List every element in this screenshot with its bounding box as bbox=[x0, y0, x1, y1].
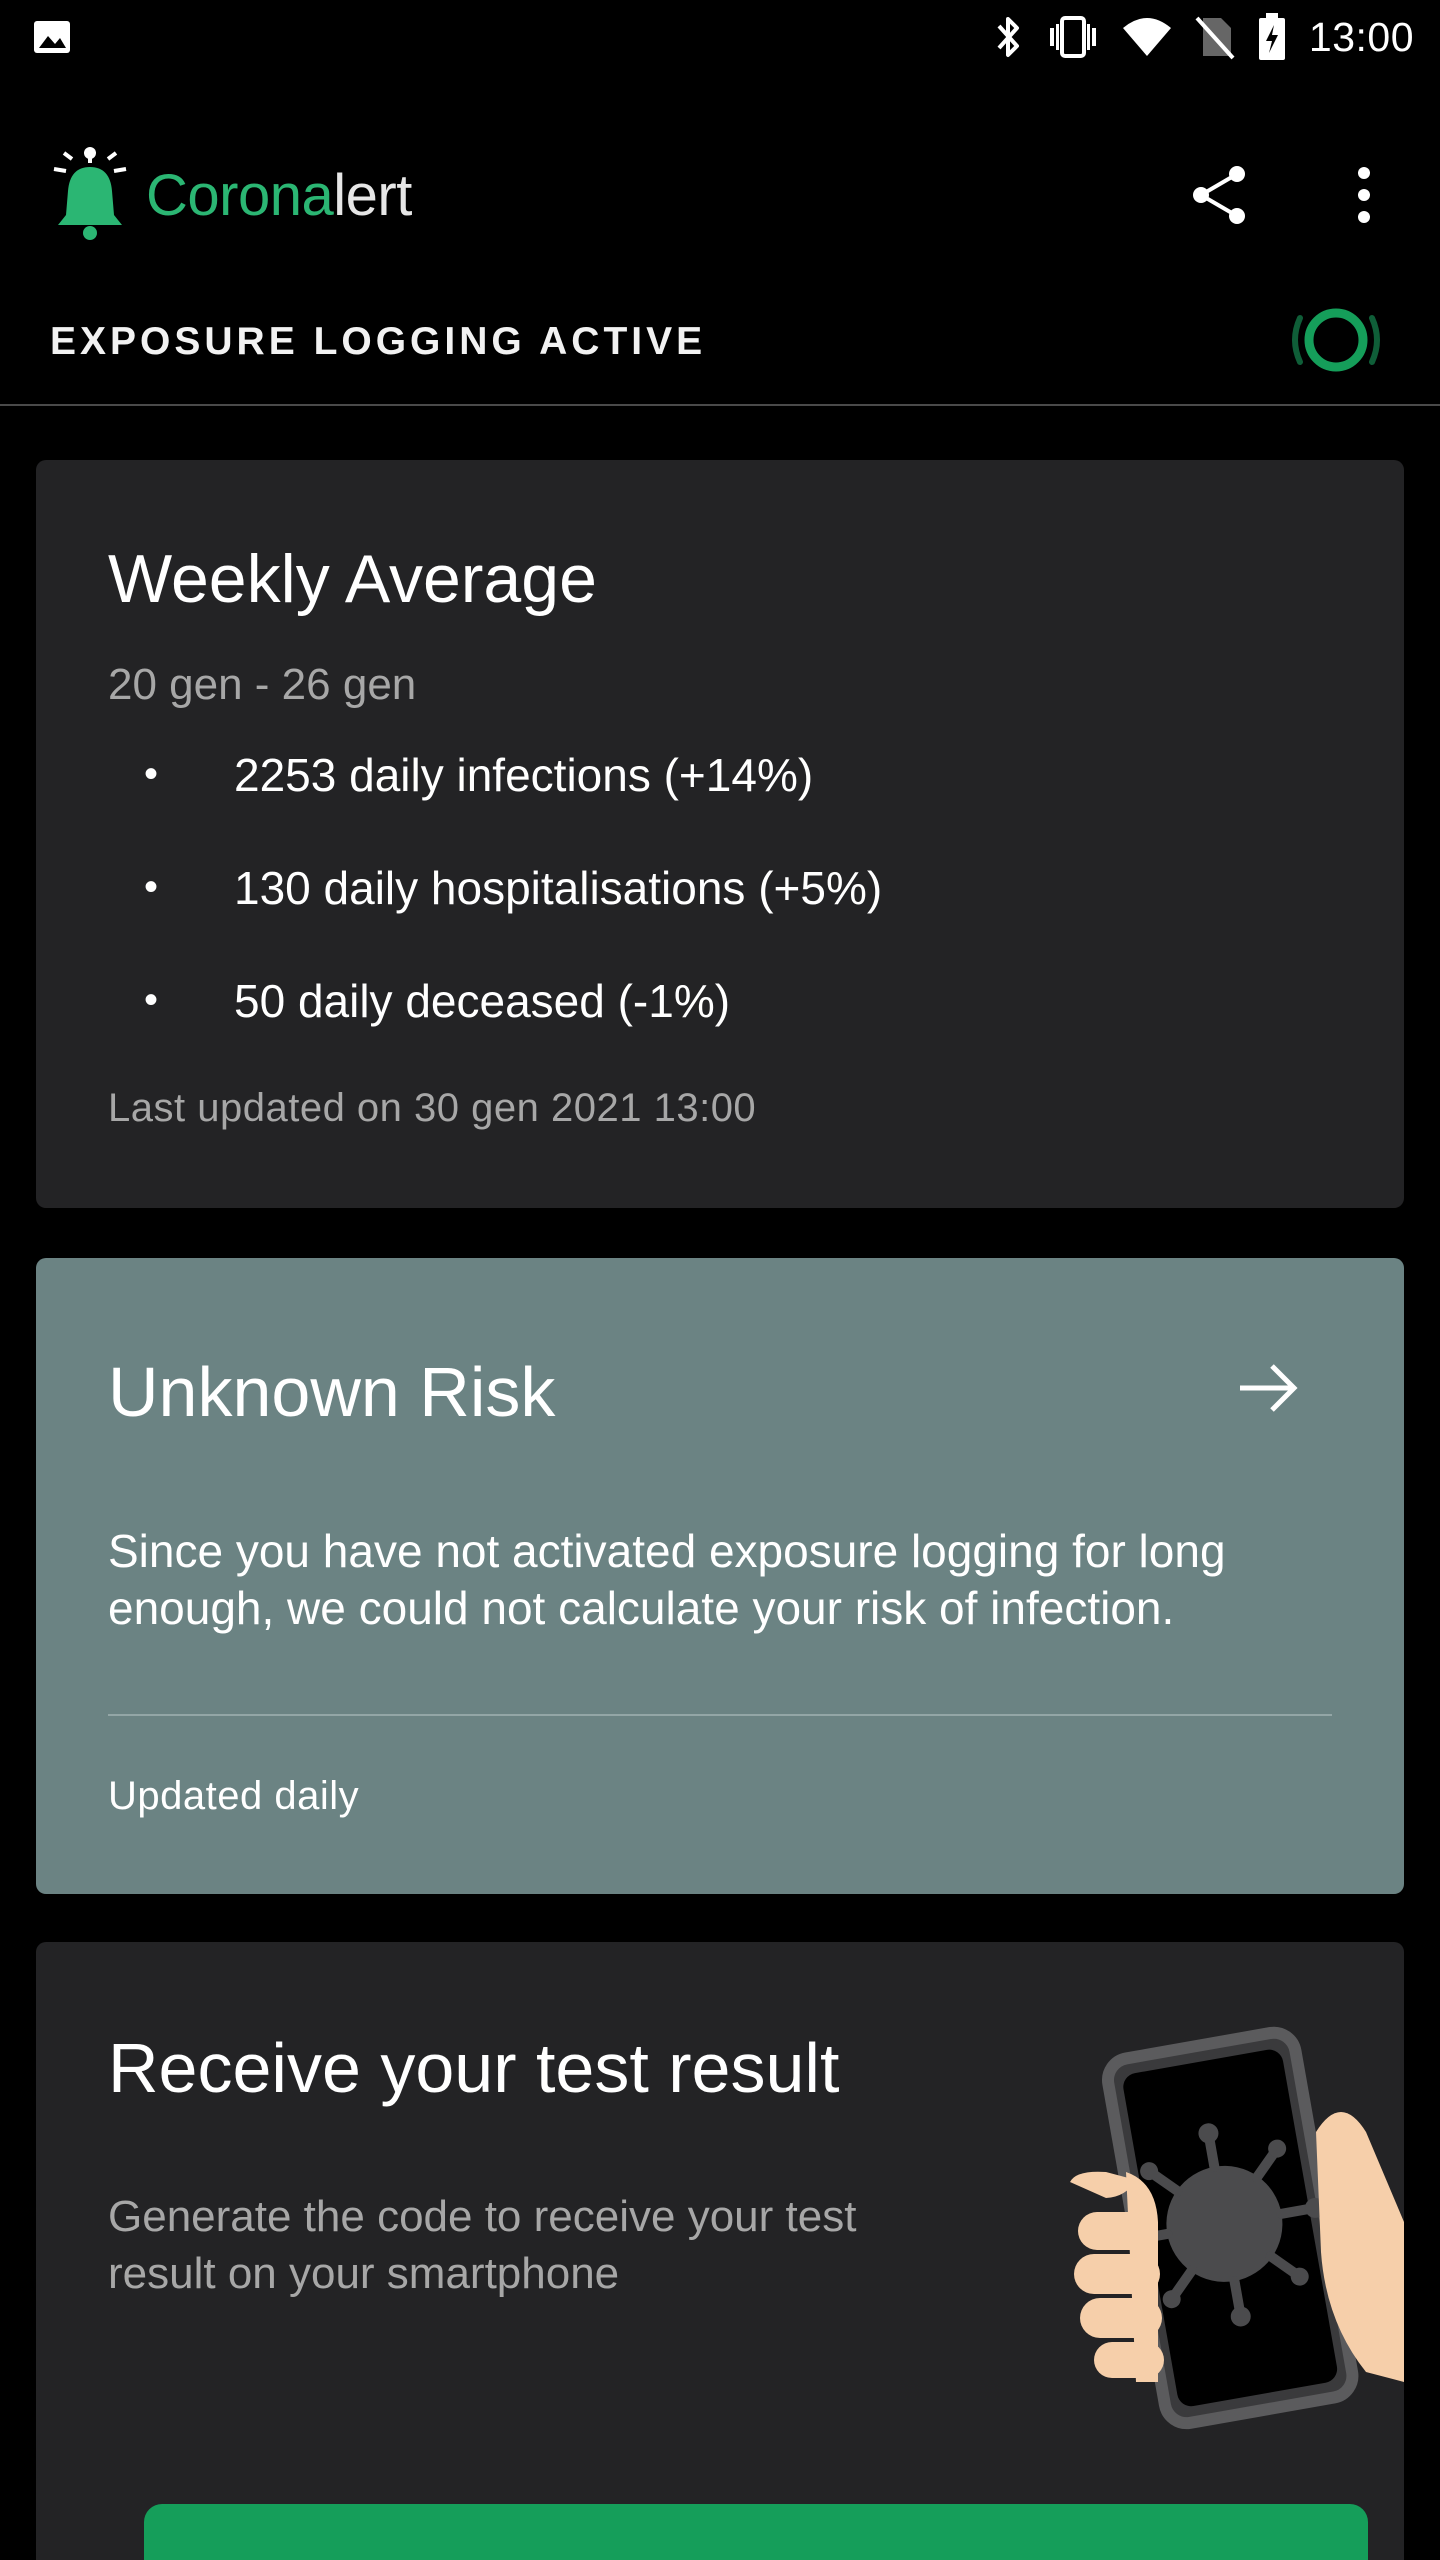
weekly-stats-list: • 2253 daily infections (+14%) • 130 dai… bbox=[126, 718, 882, 1057]
stat-hospitalisations: 130 daily hospitalisations (+5%) bbox=[234, 861, 883, 914]
risk-divider bbox=[108, 1714, 1332, 1716]
weekly-last-updated: Last updated on 30 gen 2021 13:00 bbox=[108, 1086, 757, 1130]
list-item: • 50 daily deceased (-1%) bbox=[126, 944, 882, 1057]
image-icon bbox=[32, 17, 72, 57]
arrow-right-icon[interactable] bbox=[1236, 1360, 1300, 1421]
list-item: • 130 daily hospitalisations (+5%) bbox=[126, 831, 882, 944]
bullet-mark: • bbox=[144, 865, 159, 909]
app-bar: Coronalert bbox=[0, 120, 1440, 270]
status-time: 13:00 bbox=[1308, 13, 1414, 60]
list-item: • 2253 daily infections (+14%) bbox=[126, 718, 882, 831]
weekly-average-card[interactable]: Weekly Average 20 gen - 26 gen • 2253 da… bbox=[36, 460, 1404, 1208]
risk-card[interactable]: Unknown Risk Since you have not activate… bbox=[36, 1258, 1404, 1894]
test-result-title: Receive your test result bbox=[108, 2029, 840, 2107]
vibrate-icon bbox=[1047, 14, 1099, 60]
stat-infections: 2253 daily infections (+14%) bbox=[234, 748, 814, 801]
battery-charging-icon bbox=[1257, 13, 1287, 61]
share-icon[interactable] bbox=[1184, 159, 1256, 231]
weekly-average-title: Weekly Average bbox=[108, 541, 597, 617]
bullet-mark: • bbox=[144, 978, 159, 1022]
wifi-icon bbox=[1121, 16, 1173, 58]
brand-name-part1: Corona bbox=[146, 162, 334, 228]
test-result-cta-button[interactable] bbox=[144, 2504, 1368, 2560]
logging-active-ring-icon bbox=[1288, 304, 1384, 381]
bell-logo-icon bbox=[53, 147, 127, 240]
risk-description: Since you have not activated exposure lo… bbox=[108, 1525, 1226, 1634]
home-screen: 13:00 Coronalert EXPOSURE LOGGING ACTIVE… bbox=[0, 0, 1440, 2560]
more-vert-icon[interactable] bbox=[1328, 159, 1400, 231]
stat-deceased: 50 daily deceased (-1%) bbox=[234, 974, 731, 1027]
exposure-logging-label: EXPOSURE LOGGING ACTIVE bbox=[50, 320, 707, 363]
test-result-card[interactable]: Receive your test result Generate the co… bbox=[36, 1942, 1404, 2560]
risk-title: Unknown Risk bbox=[108, 1353, 556, 1431]
bluetooth-icon bbox=[993, 14, 1025, 60]
status-bar: 13:00 bbox=[0, 0, 1440, 74]
exposure-logging-row[interactable]: EXPOSURE LOGGING ACTIVE bbox=[0, 280, 1440, 406]
app-logo: Coronalert bbox=[44, 145, 412, 245]
bullet-mark: • bbox=[144, 752, 159, 796]
test-result-description: Generate the code to receive your test r… bbox=[108, 2192, 857, 2298]
risk-updated-daily: Updated daily bbox=[108, 1774, 360, 1818]
brand-name-part2: lert bbox=[333, 162, 412, 228]
hand-holding-phone-illustration bbox=[1066, 2022, 1404, 2447]
weekly-date-range: 20 gen - 26 gen bbox=[108, 660, 417, 709]
no-sim-icon bbox=[1195, 14, 1235, 60]
